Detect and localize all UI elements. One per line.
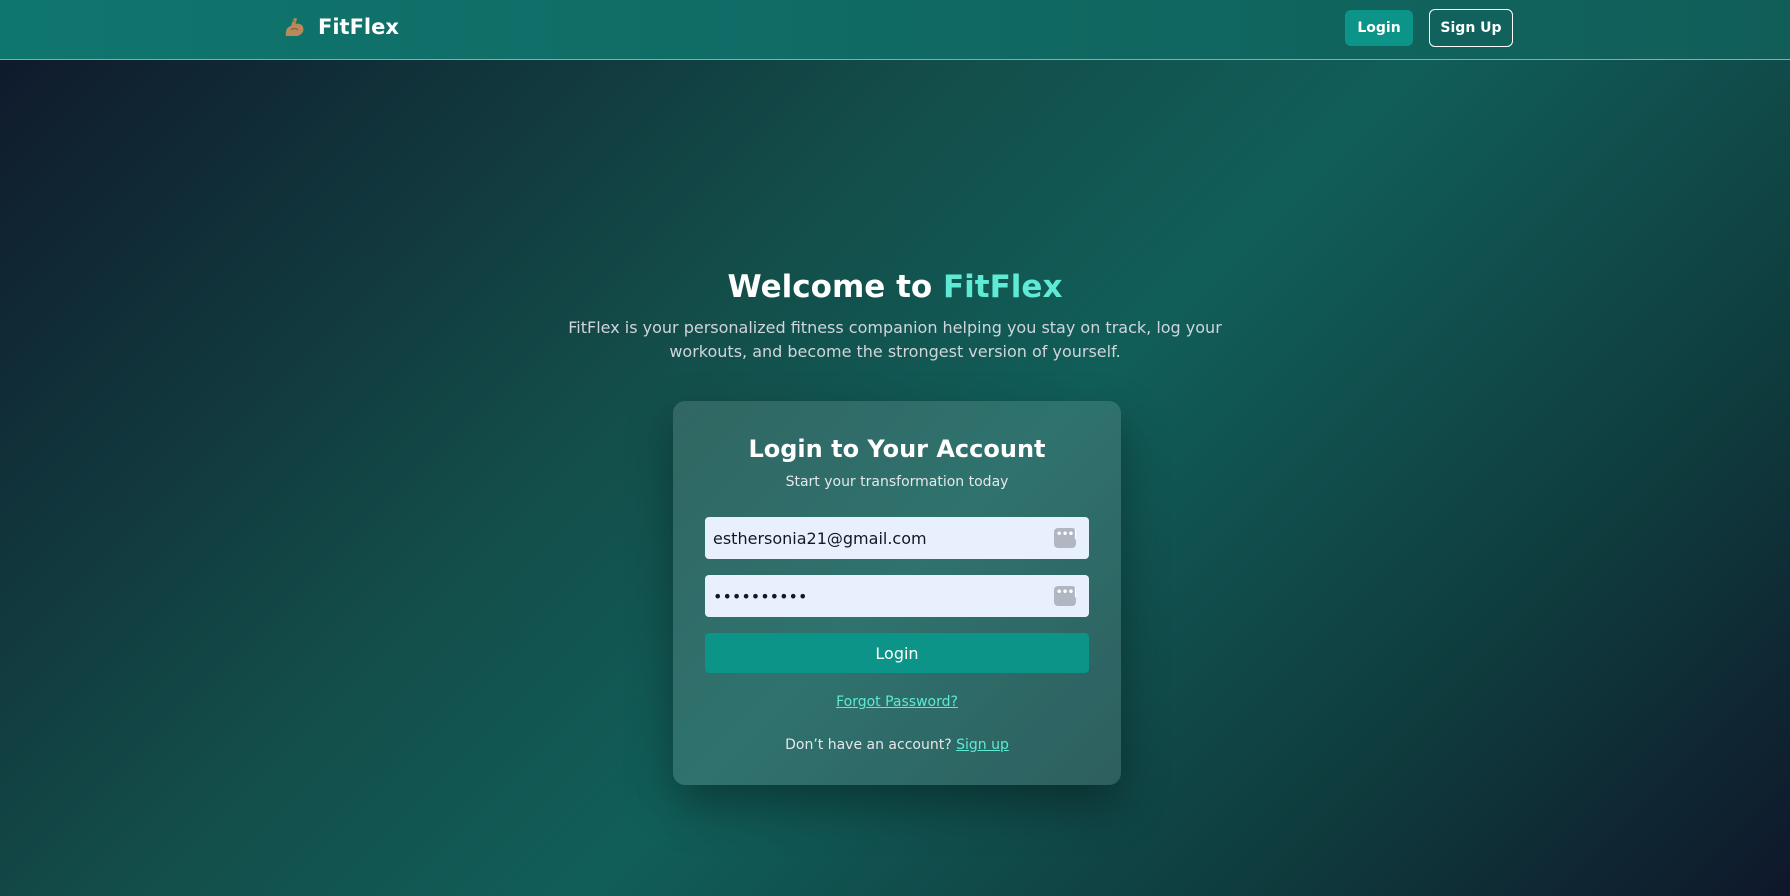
- nav-actions: Login Sign Up: [1345, 9, 1513, 47]
- nav-login-button[interactable]: Login: [1345, 10, 1413, 46]
- no-account-text: Don’t have an account?: [785, 737, 952, 753]
- email-field-wrapper: [705, 517, 1089, 559]
- hero-title-prefix: Welcome to: [727, 269, 943, 305]
- login-submit-button[interactable]: Login: [705, 633, 1089, 673]
- hero-description: FitFlex is your personalized fitness com…: [568, 318, 1222, 361]
- email-field[interactable]: [705, 517, 1089, 559]
- login-card-subtitle: Start your transformation today: [785, 474, 1009, 490]
- hero-section: Welcome to FitFlex FitFlex is your perso…: [0, 265, 1790, 364]
- password-manager-key-icon[interactable]: [1054, 586, 1077, 606]
- login-card-title: Login to Your Account: [748, 435, 1046, 463]
- brand[interactable]: FitFlex: [282, 14, 399, 40]
- top-navbar: FitFlex Login Sign Up: [0, 0, 1790, 60]
- signup-prompt: Don’t have an account? Sign up: [705, 737, 1089, 753]
- forgot-password-link[interactable]: Forgot Password?: [836, 694, 958, 710]
- password-manager-key-icon[interactable]: [1054, 528, 1077, 548]
- hero-title-accent: FitFlex: [943, 269, 1063, 305]
- password-field[interactable]: [705, 575, 1089, 617]
- signup-link[interactable]: Sign up: [956, 737, 1009, 753]
- flexed-biceps-icon: [282, 14, 308, 40]
- brand-name: FitFlex: [318, 15, 399, 39]
- hero-title: Welcome to FitFlex: [0, 265, 1790, 309]
- nav-signup-button[interactable]: Sign Up: [1429, 9, 1513, 47]
- password-field-wrapper: [705, 575, 1089, 617]
- login-card: Login to Your Account Start your transfo…: [673, 401, 1121, 785]
